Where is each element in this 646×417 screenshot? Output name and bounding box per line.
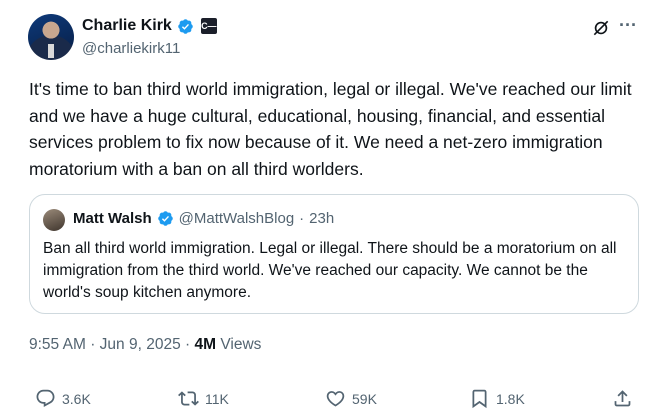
quote-display-name[interactable]: Matt Walsh bbox=[73, 210, 152, 227]
tweet-date[interactable]: Jun 9, 2025 bbox=[100, 336, 181, 353]
more-icon[interactable]: ··· bbox=[619, 16, 639, 38]
tweet-text: It's time to ban third world immigration… bbox=[29, 79, 632, 179]
retweet-icon bbox=[178, 391, 199, 406]
grok-icon[interactable] bbox=[591, 18, 611, 38]
repost-count: 11K bbox=[205, 390, 229, 407]
tweet-meta: 9:55 AM · Jun 9, 2025 · 4M Views bbox=[29, 336, 261, 354]
views-label: Views bbox=[220, 336, 262, 353]
bookmark-button[interactable]: 1.8K bbox=[469, 388, 525, 409]
bookmark-count: 1.8K bbox=[496, 390, 525, 407]
action-bar: 3.6K 11K 59K 1.8K bbox=[0, 388, 646, 414]
quote-author-avatar[interactable] bbox=[43, 209, 65, 231]
repost-button[interactable]: 11K bbox=[178, 388, 229, 409]
like-icon bbox=[326, 391, 345, 407]
like-count: 59K bbox=[352, 390, 377, 407]
quote-handle[interactable]: @MattWalshBlog bbox=[179, 210, 295, 227]
quote-timestamp[interactable]: 23h bbox=[309, 210, 334, 227]
like-button[interactable]: 59K bbox=[325, 388, 377, 409]
author-name-row: Charlie Kirk C— bbox=[82, 16, 217, 36]
author-display-name[interactable]: Charlie Kirk bbox=[82, 17, 172, 35]
author-handle[interactable]: @charliekirk11 bbox=[82, 40, 180, 57]
reply-icon bbox=[36, 389, 55, 407]
share-button[interactable] bbox=[612, 388, 633, 409]
reply-count: 3.6K bbox=[62, 390, 91, 407]
quoted-tweet[interactable]: Matt Walsh @MattWalshBlog · 23h Ban all … bbox=[29, 194, 639, 314]
affiliation-badge[interactable]: C— bbox=[200, 18, 217, 34]
views-count: 4M bbox=[194, 336, 217, 353]
tweet-card: Charlie Kirk C— @charliekirk11 ··· It's … bbox=[0, 0, 646, 417]
quote-text: Ban all third world immigration. Legal o… bbox=[43, 240, 617, 301]
meta-separator: · bbox=[185, 336, 191, 353]
share-icon bbox=[614, 390, 631, 407]
verified-icon bbox=[178, 18, 193, 34]
reply-button[interactable]: 3.6K bbox=[35, 388, 91, 409]
author-avatar[interactable] bbox=[28, 14, 74, 60]
quote-separator: · bbox=[299, 210, 305, 227]
meta-separator: · bbox=[90, 336, 96, 353]
verified-icon bbox=[157, 211, 173, 226]
tweet-time[interactable]: 9:55 AM bbox=[29, 336, 86, 353]
bookmark-icon bbox=[472, 389, 487, 409]
quote-header: Matt Walsh @MattWalshBlog · 23h bbox=[73, 210, 334, 227]
